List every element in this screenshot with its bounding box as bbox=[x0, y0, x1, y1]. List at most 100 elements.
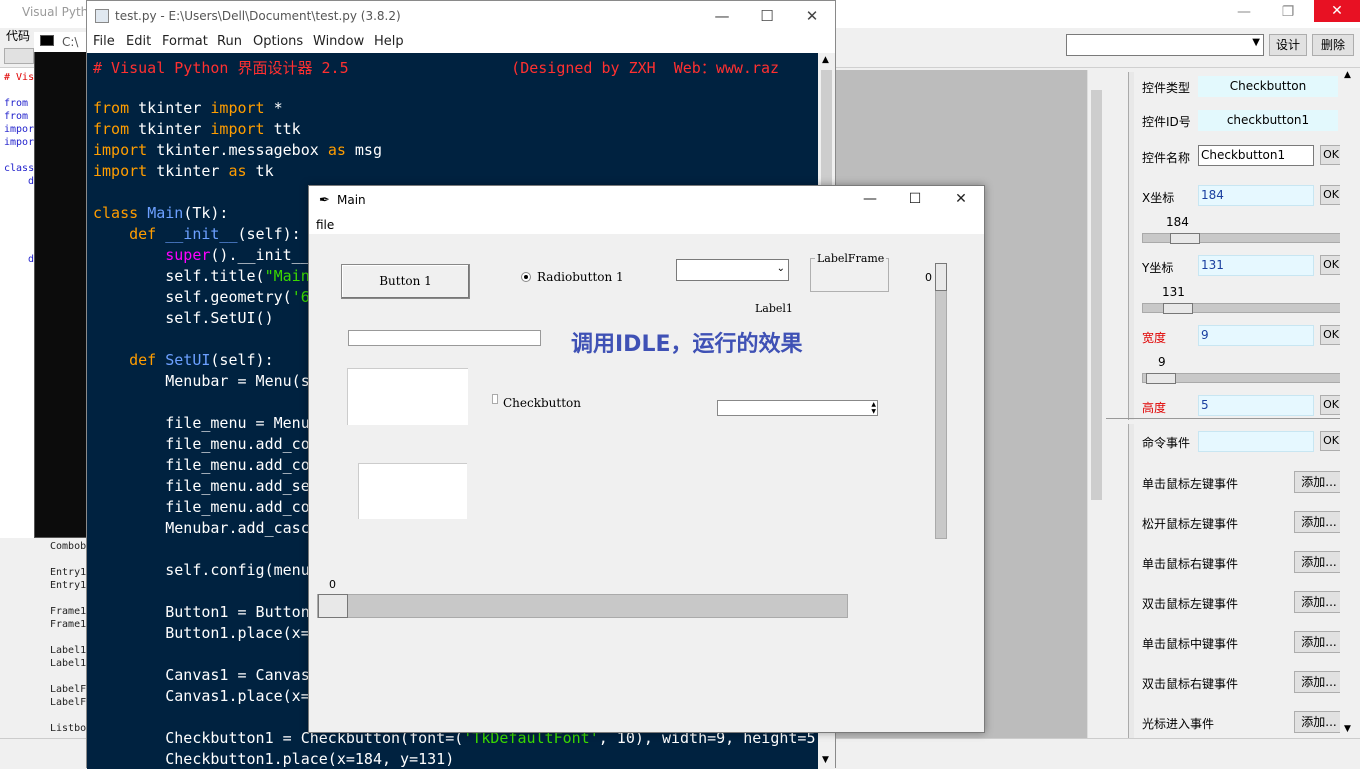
spin-arrows-icon[interactable]: ▲ ▼ bbox=[871, 401, 876, 415]
slider-knob[interactable] bbox=[1170, 233, 1200, 244]
toolbar-button[interactable] bbox=[4, 48, 34, 64]
list-item[interactable]: LabelF bbox=[50, 696, 90, 709]
scale-knob[interactable] bbox=[935, 263, 947, 291]
scroll-down-icon[interactable]: ▼ bbox=[822, 755, 829, 765]
prop-type-label: 控件类型 bbox=[1142, 81, 1191, 95]
maximize-icon[interactable]: ❐ bbox=[1268, 4, 1308, 20]
menu-options[interactable]: Options bbox=[253, 34, 303, 49]
prop-x-slider[interactable] bbox=[1142, 233, 1342, 244]
slider-knob[interactable] bbox=[1146, 373, 1176, 384]
horizontal-scale[interactable] bbox=[317, 594, 848, 618]
scroll-down-icon[interactable]: ▼ bbox=[1344, 724, 1351, 734]
idle-menubar: File Edit Format Run Options Window Help bbox=[87, 31, 835, 52]
maximize-icon[interactable]: ☐ bbox=[892, 191, 938, 207]
code-line: Canvas1.place(x= bbox=[93, 687, 310, 705]
radio-icon bbox=[521, 272, 531, 282]
checkbutton-1[interactable]: Checkbutton bbox=[492, 394, 581, 410]
add-event-button[interactable]: 添加... bbox=[1294, 551, 1344, 573]
menu-run[interactable]: Run bbox=[217, 34, 242, 49]
scale-knob[interactable] bbox=[318, 594, 348, 618]
delete-button[interactable]: 删除 bbox=[1312, 34, 1354, 56]
menu-file[interactable]: File bbox=[93, 34, 115, 49]
design-button[interactable]: 设计 bbox=[1269, 34, 1307, 56]
prop-x-label: X坐标 bbox=[1142, 191, 1175, 205]
prop-width-slider[interactable] bbox=[1142, 373, 1342, 384]
event-label: 单击鼠标中键事件 bbox=[1142, 637, 1239, 651]
app-menu-code[interactable]: 代码 bbox=[6, 27, 30, 44]
prop-y-field[interactable]: 131 bbox=[1198, 255, 1314, 276]
add-event-button[interactable]: 添加... bbox=[1294, 471, 1344, 493]
prop-name-field[interactable]: Checkbutton1 bbox=[1198, 145, 1314, 166]
prop-width-ok-button[interactable]: OK bbox=[1320, 325, 1342, 345]
prop-y-ok-button[interactable]: OK bbox=[1320, 255, 1342, 275]
add-event-button[interactable]: 添加... bbox=[1294, 631, 1344, 653]
minimize-icon[interactable]: — bbox=[699, 7, 745, 25]
close-icon[interactable]: ✕ bbox=[789, 7, 835, 25]
combobox[interactable]: ⌄ bbox=[676, 259, 789, 281]
radiobutton-1[interactable]: Radiobutton 1 bbox=[521, 270, 624, 284]
code-line: import tkinter.messagebox as msg bbox=[93, 141, 382, 159]
vertical-scale[interactable] bbox=[935, 263, 947, 539]
close-icon[interactable]: ✕ bbox=[1314, 0, 1360, 22]
canvas-1[interactable] bbox=[347, 368, 468, 425]
prop-width-field[interactable]: 9 bbox=[1198, 325, 1314, 346]
checkbox-icon bbox=[492, 394, 498, 404]
widget-select-combo[interactable]: ▼ bbox=[1066, 34, 1264, 56]
prop-height-ok-button[interactable]: OK bbox=[1320, 395, 1342, 415]
prop-height-field[interactable]: 5 bbox=[1198, 395, 1314, 416]
code-line: Menubar.add_casc bbox=[93, 519, 310, 537]
maximize-icon[interactable]: ☐ bbox=[744, 7, 790, 25]
scroll-up-icon[interactable]: ▲ bbox=[822, 55, 829, 65]
console-title: C:\ bbox=[62, 35, 79, 49]
entry-field[interactable] bbox=[348, 330, 541, 346]
prop-x-ok-button[interactable]: OK bbox=[1320, 185, 1342, 205]
scrollbar-thumb[interactable] bbox=[1091, 90, 1102, 500]
code-snippet: class bbox=[4, 163, 35, 174]
listbox[interactable] bbox=[358, 463, 467, 519]
minimize-icon[interactable]: — bbox=[1224, 4, 1264, 20]
menu-file[interactable]: file bbox=[316, 218, 334, 232]
list-item[interactable]: Frame1 bbox=[50, 618, 90, 631]
add-event-button[interactable]: 添加... bbox=[1294, 671, 1344, 693]
code-line: # Visual Python 界面设计器 2.5 (Designed by Z… bbox=[93, 59, 780, 77]
properties-scrollbar[interactable]: ▲ ▼ bbox=[1340, 70, 1360, 738]
list-item[interactable]: Label1 bbox=[50, 657, 90, 670]
main-title: Main bbox=[337, 193, 366, 207]
list-item[interactable]: Label1 bbox=[50, 644, 90, 657]
python-file-icon bbox=[95, 9, 109, 23]
code-line: file_menu.add_co bbox=[93, 435, 310, 453]
scroll-up-icon[interactable]: ▲ bbox=[1344, 70, 1351, 80]
command-event-field[interactable] bbox=[1198, 431, 1314, 452]
list-item[interactable]: Entry1 bbox=[50, 566, 90, 579]
panel-handle bbox=[1128, 424, 1134, 738]
minimize-icon[interactable]: — bbox=[847, 191, 893, 207]
prop-name-ok-button[interactable]: OK bbox=[1320, 145, 1342, 165]
code-snippet: from bbox=[4, 111, 29, 122]
spinbox[interactable]: ▲ ▼ bbox=[717, 400, 878, 416]
list-item[interactable]: Entry1 bbox=[50, 579, 90, 592]
list-item[interactable]: Listbo bbox=[50, 722, 90, 735]
button-1[interactable]: Button 1 bbox=[341, 264, 470, 299]
add-event-button[interactable]: 添加... bbox=[1294, 711, 1344, 733]
menu-edit[interactable]: Edit bbox=[126, 34, 151, 49]
prop-x-field[interactable]: 184 bbox=[1198, 185, 1314, 206]
list-item[interactable]: Combob bbox=[50, 540, 90, 553]
add-event-button[interactable]: 添加... bbox=[1294, 591, 1344, 613]
add-event-button[interactable]: 添加... bbox=[1294, 511, 1344, 533]
console-titlebar: C:\ bbox=[34, 32, 94, 52]
code-snippet: impor bbox=[4, 124, 35, 135]
close-icon[interactable]: ✕ bbox=[938, 191, 984, 207]
menu-help[interactable]: Help bbox=[374, 34, 404, 49]
menu-window[interactable]: Window bbox=[313, 34, 364, 49]
command-event-ok-button[interactable]: OK bbox=[1320, 431, 1342, 451]
list-item[interactable]: LabelF bbox=[50, 683, 90, 696]
chevron-down-icon: ▼ bbox=[1252, 37, 1260, 48]
prop-y-slider[interactable] bbox=[1142, 303, 1342, 314]
code-line: import tkinter as tk bbox=[93, 162, 274, 180]
menu-format[interactable]: Format bbox=[162, 34, 208, 49]
prop-width-slider-value: 9 bbox=[1158, 355, 1166, 369]
slider-knob[interactable] bbox=[1163, 303, 1193, 314]
code-line: Checkbutton1.place(x=184, y=131) bbox=[93, 750, 455, 768]
list-item[interactable]: Frame1 bbox=[50, 605, 90, 618]
design-scrollbar[interactable] bbox=[1087, 70, 1104, 738]
